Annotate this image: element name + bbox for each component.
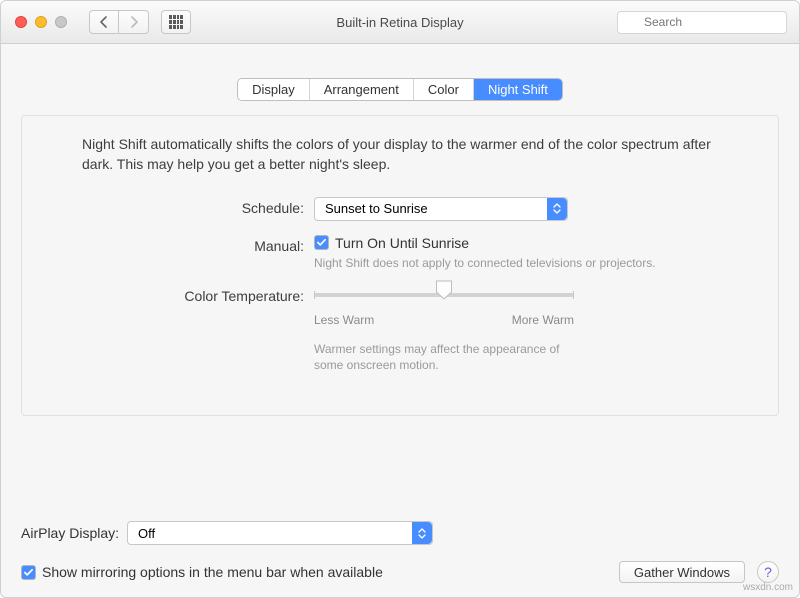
help-button[interactable]: ? — [757, 561, 779, 583]
tab-night-shift[interactable]: Night Shift — [474, 79, 562, 100]
tab-arrangement[interactable]: Arrangement — [310, 79, 414, 100]
airplay-value: Off — [138, 526, 155, 541]
prefs-window: Built-in Retina Display Display Arrangem… — [0, 0, 800, 598]
more-warm-label: More Warm — [512, 313, 574, 327]
check-icon — [316, 237, 327, 248]
window-title: Built-in Retina Display — [336, 15, 463, 30]
manual-checkbox-label: Turn On Until Sunrise — [335, 235, 469, 251]
nav-buttons — [89, 10, 149, 34]
content-pane: Night Shift automatically shifts the col… — [21, 115, 779, 416]
description-text: Night Shift automatically shifts the col… — [22, 116, 778, 183]
close-icon[interactable] — [15, 16, 27, 28]
manual-label: Manual: — [22, 235, 314, 254]
schedule-value: Sunset to Sunrise — [325, 201, 428, 216]
tab-color[interactable]: Color — [414, 79, 474, 100]
manual-row: Manual: Turn On Until Sunrise Night Shif… — [22, 235, 778, 271]
chevron-left-icon — [99, 16, 109, 28]
back-button[interactable] — [89, 10, 119, 34]
color-temp-hint: Warmer settings may affect the appearanc… — [314, 341, 574, 373]
mirroring-checkbox[interactable] — [21, 565, 36, 580]
mirroring-row: Show mirroring options in the menu bar w… — [21, 561, 779, 583]
color-temp-slider[interactable] — [314, 285, 574, 305]
chevron-updown-icon — [412, 522, 432, 544]
gather-windows-button[interactable]: Gather Windows — [619, 561, 745, 583]
search-wrap — [617, 11, 787, 34]
schedule-label: Schedule: — [22, 197, 314, 216]
footer: AirPlay Display: Off Show mirroring opti… — [21, 521, 779, 583]
airplay-select[interactable]: Off — [127, 521, 433, 545]
slider-thumb[interactable] — [436, 280, 453, 300]
traffic-lights — [1, 16, 67, 28]
schedule-select[interactable]: Sunset to Sunrise — [314, 197, 568, 221]
less-warm-label: Less Warm — [314, 313, 374, 327]
tab-display[interactable]: Display — [238, 79, 310, 100]
chevron-right-icon — [129, 16, 139, 28]
color-temp-row: Color Temperature: — [22, 285, 778, 373]
airplay-label: AirPlay Display: — [21, 525, 119, 541]
grid-icon — [169, 15, 183, 29]
schedule-row: Schedule: Sunset to Sunrise — [22, 197, 778, 221]
color-temp-label: Color Temperature: — [22, 285, 314, 304]
manual-hint: Night Shift does not apply to connected … — [314, 255, 738, 271]
titlebar: Built-in Retina Display — [1, 1, 799, 44]
gather-windows-label: Gather Windows — [634, 565, 730, 580]
check-icon — [23, 567, 34, 578]
tabbar: Display Arrangement Color Night Shift — [1, 78, 799, 101]
search-input[interactable] — [617, 11, 787, 34]
show-all-button[interactable] — [161, 10, 191, 34]
help-icon: ? — [764, 564, 772, 580]
mirroring-label: Show mirroring options in the menu bar w… — [42, 564, 383, 580]
chevron-updown-icon — [547, 198, 567, 220]
minimize-icon[interactable] — [35, 16, 47, 28]
tabs: Display Arrangement Color Night Shift — [237, 78, 563, 101]
manual-checkbox[interactable] — [314, 235, 329, 250]
airplay-row: AirPlay Display: Off — [21, 521, 779, 545]
form: Schedule: Sunset to Sunrise Manual: — [22, 197, 778, 374]
forward-button[interactable] — [119, 10, 149, 34]
watermark: wsxdn.com — [743, 582, 793, 593]
zoom-icon — [55, 16, 67, 28]
slider-labels: Less Warm More Warm — [314, 313, 574, 327]
